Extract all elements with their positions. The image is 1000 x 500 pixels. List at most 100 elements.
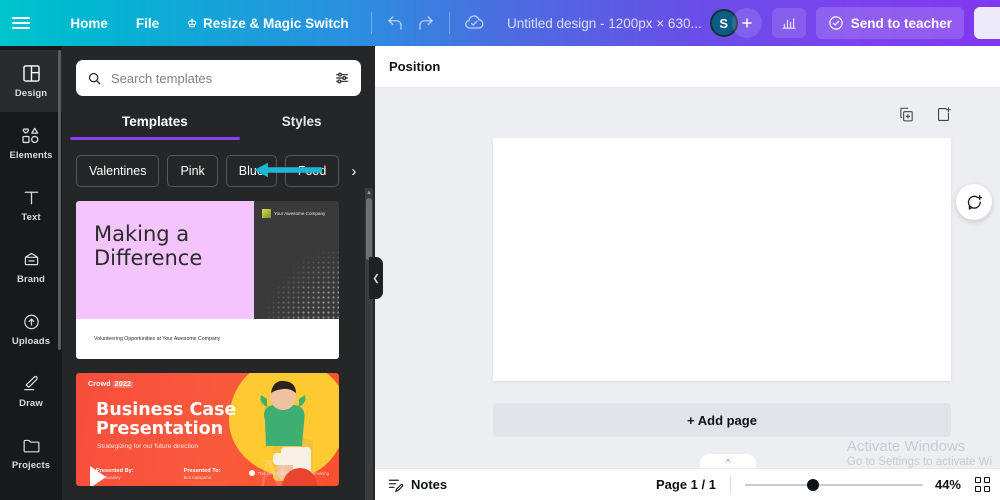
check-circle-icon [828,16,843,30]
search-input[interactable] [111,70,325,86]
sidebar-item-brand[interactable]: Brand [0,236,62,298]
chevron-right-icon[interactable]: › [347,163,356,180]
template-card[interactable]: N Crowd 2022 Business Case Presentation S… [76,373,339,486]
panel-scrollbar[interactable]: ▲ [365,188,373,500]
expand-pages-handle[interactable]: ^ [700,454,756,468]
search-area [62,46,375,96]
folder-icon [23,439,39,453]
page-indicator[interactable]: Page 1 / 1 [656,477,716,492]
add-collaborator-button[interactable] [731,8,762,38]
shapes-icon [22,127,39,144]
analytics-button[interactable] [771,8,806,38]
home-menu-item[interactable]: Home [56,8,122,38]
templates-panel: Templates Styles Valentines Pink Blue Fo… [62,46,375,500]
panel-tabs: Templates Styles [62,110,375,140]
sidebar-item-label: Uploads [11,336,51,347]
hamburger-icon [12,14,31,32]
search-icon [88,72,101,84]
notes-label: Notes [411,477,448,492]
scrollbar-thumb[interactable] [366,198,372,260]
sidebar-item-elements[interactable]: Elements [0,112,62,174]
sidebar-item-label: Draw [19,398,43,409]
template-subtitle: Strategizing for our future direction [97,443,199,450]
duplicate-page-icon [900,107,913,122]
share-button-partial[interactable] [974,7,1000,39]
halftone-dots-decoration [261,245,339,319]
template-brand-name: Crowd [88,381,111,388]
play-icon[interactable] [90,466,106,486]
chip-pink[interactable]: Pink [167,155,218,187]
file-menu-item[interactable]: File [122,8,173,38]
sidebar-item-projects[interactable]: Projects [0,422,62,484]
cloud-upload-icon [23,314,39,330]
template-subtitle-area: Volunteering Opportunities at Your Aweso… [76,319,339,359]
zoom-percentage[interactable]: 44% [935,477,961,492]
cloud-check-icon [464,15,484,29]
divider [449,12,451,34]
top-bar: Home File ♔ Resize & Magic Switch Untitl… [0,0,1000,46]
comment-plus-icon [967,194,982,210]
cloud-save-status-button[interactable] [458,8,489,38]
page-tools [898,106,952,123]
canva-editor-window: Home File ♔ Resize & Magic Switch Untitl… [0,0,1000,500]
zoom-control: 44% [744,477,961,492]
template-image-area: Your Awesome Company [254,201,339,319]
design-title[interactable]: Untitled design - 1200px × 630... [499,12,710,35]
template-title: Business Case Presentation [96,400,237,439]
template-results-list: Making a Difference Your Awesome Company… [62,201,375,486]
tab-styles[interactable]: Styles [280,110,324,133]
zoom-slider[interactable] [744,478,923,491]
sidebar-item-uploads[interactable]: Uploads [0,298,62,360]
divider [729,475,731,494]
add-comment-button[interactable] [956,184,992,220]
add-page-button-top[interactable] [935,106,952,123]
chip-valentines[interactable]: Valentines [76,155,160,187]
template-title: Making a Difference [94,222,203,270]
text-t-icon [24,191,38,205]
panel-collapse-button[interactable]: ❮ [369,257,383,299]
plus-icon [741,18,752,28]
add-page-button[interactable]: + Add page [493,403,951,437]
rail-scrollbar[interactable] [58,50,61,350]
top-bar-right-group: S Send to teacher [709,7,1000,39]
template-logo-text: Your Awesome Company [274,211,326,216]
presented-to-block: Presented To: Ben Katayama [184,468,221,480]
template-headline-area: Making a Difference [76,201,254,319]
hamburger-menu-button[interactable] [0,0,42,46]
sidebar-item-draw[interactable]: Draw [0,360,62,422]
left-rail: Design Elements Text Brand Uploads Draw … [0,46,62,500]
add-page-icon [938,107,951,121]
tab-templates[interactable]: Templates [70,110,240,140]
template-brand: Crowd 2022 [88,381,134,388]
position-toolbar: Position [375,46,1000,88]
template-subtitle: Volunteering Opportunities at Your Aweso… [94,336,221,342]
sidebar-item-label: Text [21,212,41,223]
bar-chart-icon [782,18,796,29]
duplicate-page-button[interactable] [898,106,915,123]
layout-icon [22,65,40,82]
pen-icon [23,375,38,391]
divider [370,12,372,34]
send-to-teacher-button[interactable]: Send to teacher [815,7,964,39]
watermark-line-2: Go to Settings to activate Wi [846,456,992,468]
category-chips: Valentines Pink Blue Food › [62,155,375,187]
redo-button[interactable] [410,8,441,38]
crown-icon: ♔ [187,17,198,30]
grid-view-icon [975,477,990,492]
design-page-canvas[interactable] [493,138,951,381]
zoom-slider-knob[interactable] [806,478,819,491]
position-button[interactable]: Position [389,59,440,74]
resize-magic-switch-button[interactable]: ♔ Resize & Magic Switch [173,8,362,38]
sidebar-item-design[interactable]: Design [0,50,62,112]
search-box[interactable] [76,60,361,96]
template-card[interactable]: Making a Difference Your Awesome Company… [76,201,339,359]
sliders-icon[interactable] [334,70,350,86]
notes-button[interactable]: Notes [387,476,447,493]
watermark-line-1: Activate Windows [846,438,966,455]
brand-kit-icon [24,252,38,266]
sidebar-item-text[interactable]: Text [0,174,62,236]
undo-button[interactable] [380,8,411,38]
grid-view-button[interactable] [975,477,990,492]
bottom-bar: Notes Page 1 / 1 44% [375,468,1000,500]
logo-mark-icon [262,209,271,218]
